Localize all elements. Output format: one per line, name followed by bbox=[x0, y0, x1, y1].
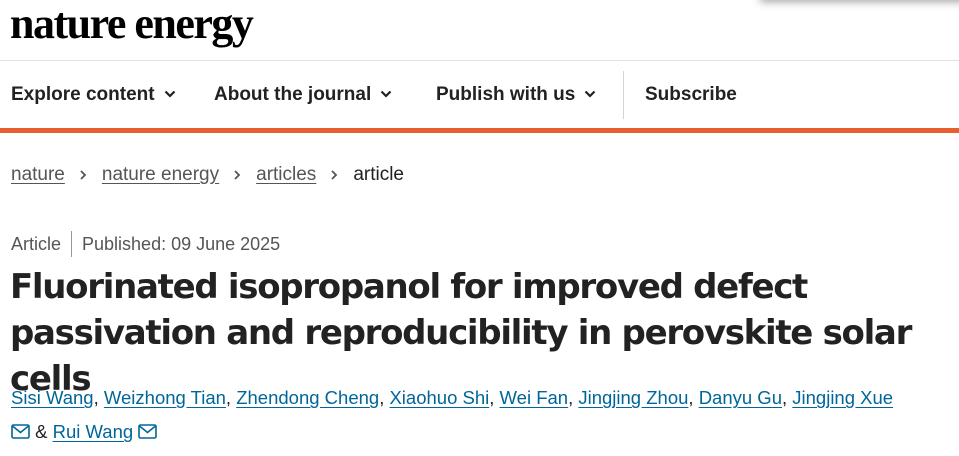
nav-item-label: Explore content bbox=[11, 84, 155, 105]
author-link[interactable]: Jingjing Xue bbox=[792, 387, 893, 408]
chevron-down-icon bbox=[164, 90, 175, 98]
article-meta: Article Published: 09 June 2025 bbox=[11, 231, 280, 257]
author-separator: , bbox=[93, 387, 99, 408]
nav-divider bbox=[623, 71, 624, 119]
chevron-down-icon bbox=[380, 90, 392, 98]
nav-accent-bar bbox=[0, 128, 959, 133]
mail-icon[interactable] bbox=[11, 424, 30, 439]
author-list: Sisi Wang, Weizhong Tian, Zhendong Cheng… bbox=[11, 381, 956, 449]
author-separator: , bbox=[781, 387, 788, 408]
nav-item-label: About the journal bbox=[214, 84, 372, 105]
author-link[interactable]: Sisi Wang bbox=[11, 387, 94, 408]
chevron-right-icon bbox=[331, 170, 338, 180]
author-separator: , bbox=[688, 387, 694, 408]
subscribe-link[interactable]: Subscribe bbox=[645, 61, 737, 129]
nav-explore-content[interactable]: Explore content bbox=[11, 61, 176, 129]
author-separator: , bbox=[379, 387, 385, 408]
breadcrumb-current: article bbox=[353, 164, 404, 185]
subscribe-label: Subscribe bbox=[645, 84, 737, 105]
site-header: nature energy bbox=[0, 0, 959, 60]
mail-icon[interactable] bbox=[138, 424, 158, 439]
breadcrumb-nature[interactable]: nature bbox=[11, 164, 65, 186]
publication-date: Published: 09 June 2025 bbox=[82, 233, 281, 254]
author-link[interactable]: Jingjing Zhou bbox=[578, 387, 688, 408]
author-link[interactable]: Weizhong Tian bbox=[104, 387, 226, 408]
author-link[interactable]: Xiaohuo Shi bbox=[389, 387, 489, 408]
nav-about-the-journal[interactable]: About the journal bbox=[214, 61, 392, 129]
author-link[interactable]: Danyu Gu bbox=[699, 387, 782, 408]
meta-divider bbox=[71, 231, 73, 257]
breadcrumb: nature nature energy articles article bbox=[11, 161, 404, 189]
author-link[interactable]: Wei Fan bbox=[500, 387, 569, 408]
article-type: Article bbox=[11, 233, 62, 254]
nav-item-label: Publish with us bbox=[436, 84, 576, 105]
breadcrumb-nature-energy[interactable]: nature energy bbox=[102, 164, 219, 186]
chevron-right-icon bbox=[80, 170, 87, 180]
author-link[interactable]: Zhendong Cheng bbox=[236, 387, 379, 408]
site-logo[interactable]: nature energy bbox=[10, 0, 254, 50]
author-separator: , bbox=[489, 387, 495, 408]
nav-publish-with-us[interactable]: Publish with us bbox=[436, 61, 596, 129]
author-link[interactable]: Rui Wang bbox=[53, 421, 134, 442]
breadcrumb-articles[interactable]: articles bbox=[256, 164, 316, 186]
chevron-down-icon bbox=[585, 90, 596, 98]
author-separator: , bbox=[568, 387, 574, 408]
author-separator: , bbox=[225, 387, 232, 408]
chevron-right-icon bbox=[234, 170, 241, 180]
author-conjunction: & bbox=[35, 421, 48, 442]
main-nav: Explore content About the journal Publis… bbox=[0, 61, 959, 129]
